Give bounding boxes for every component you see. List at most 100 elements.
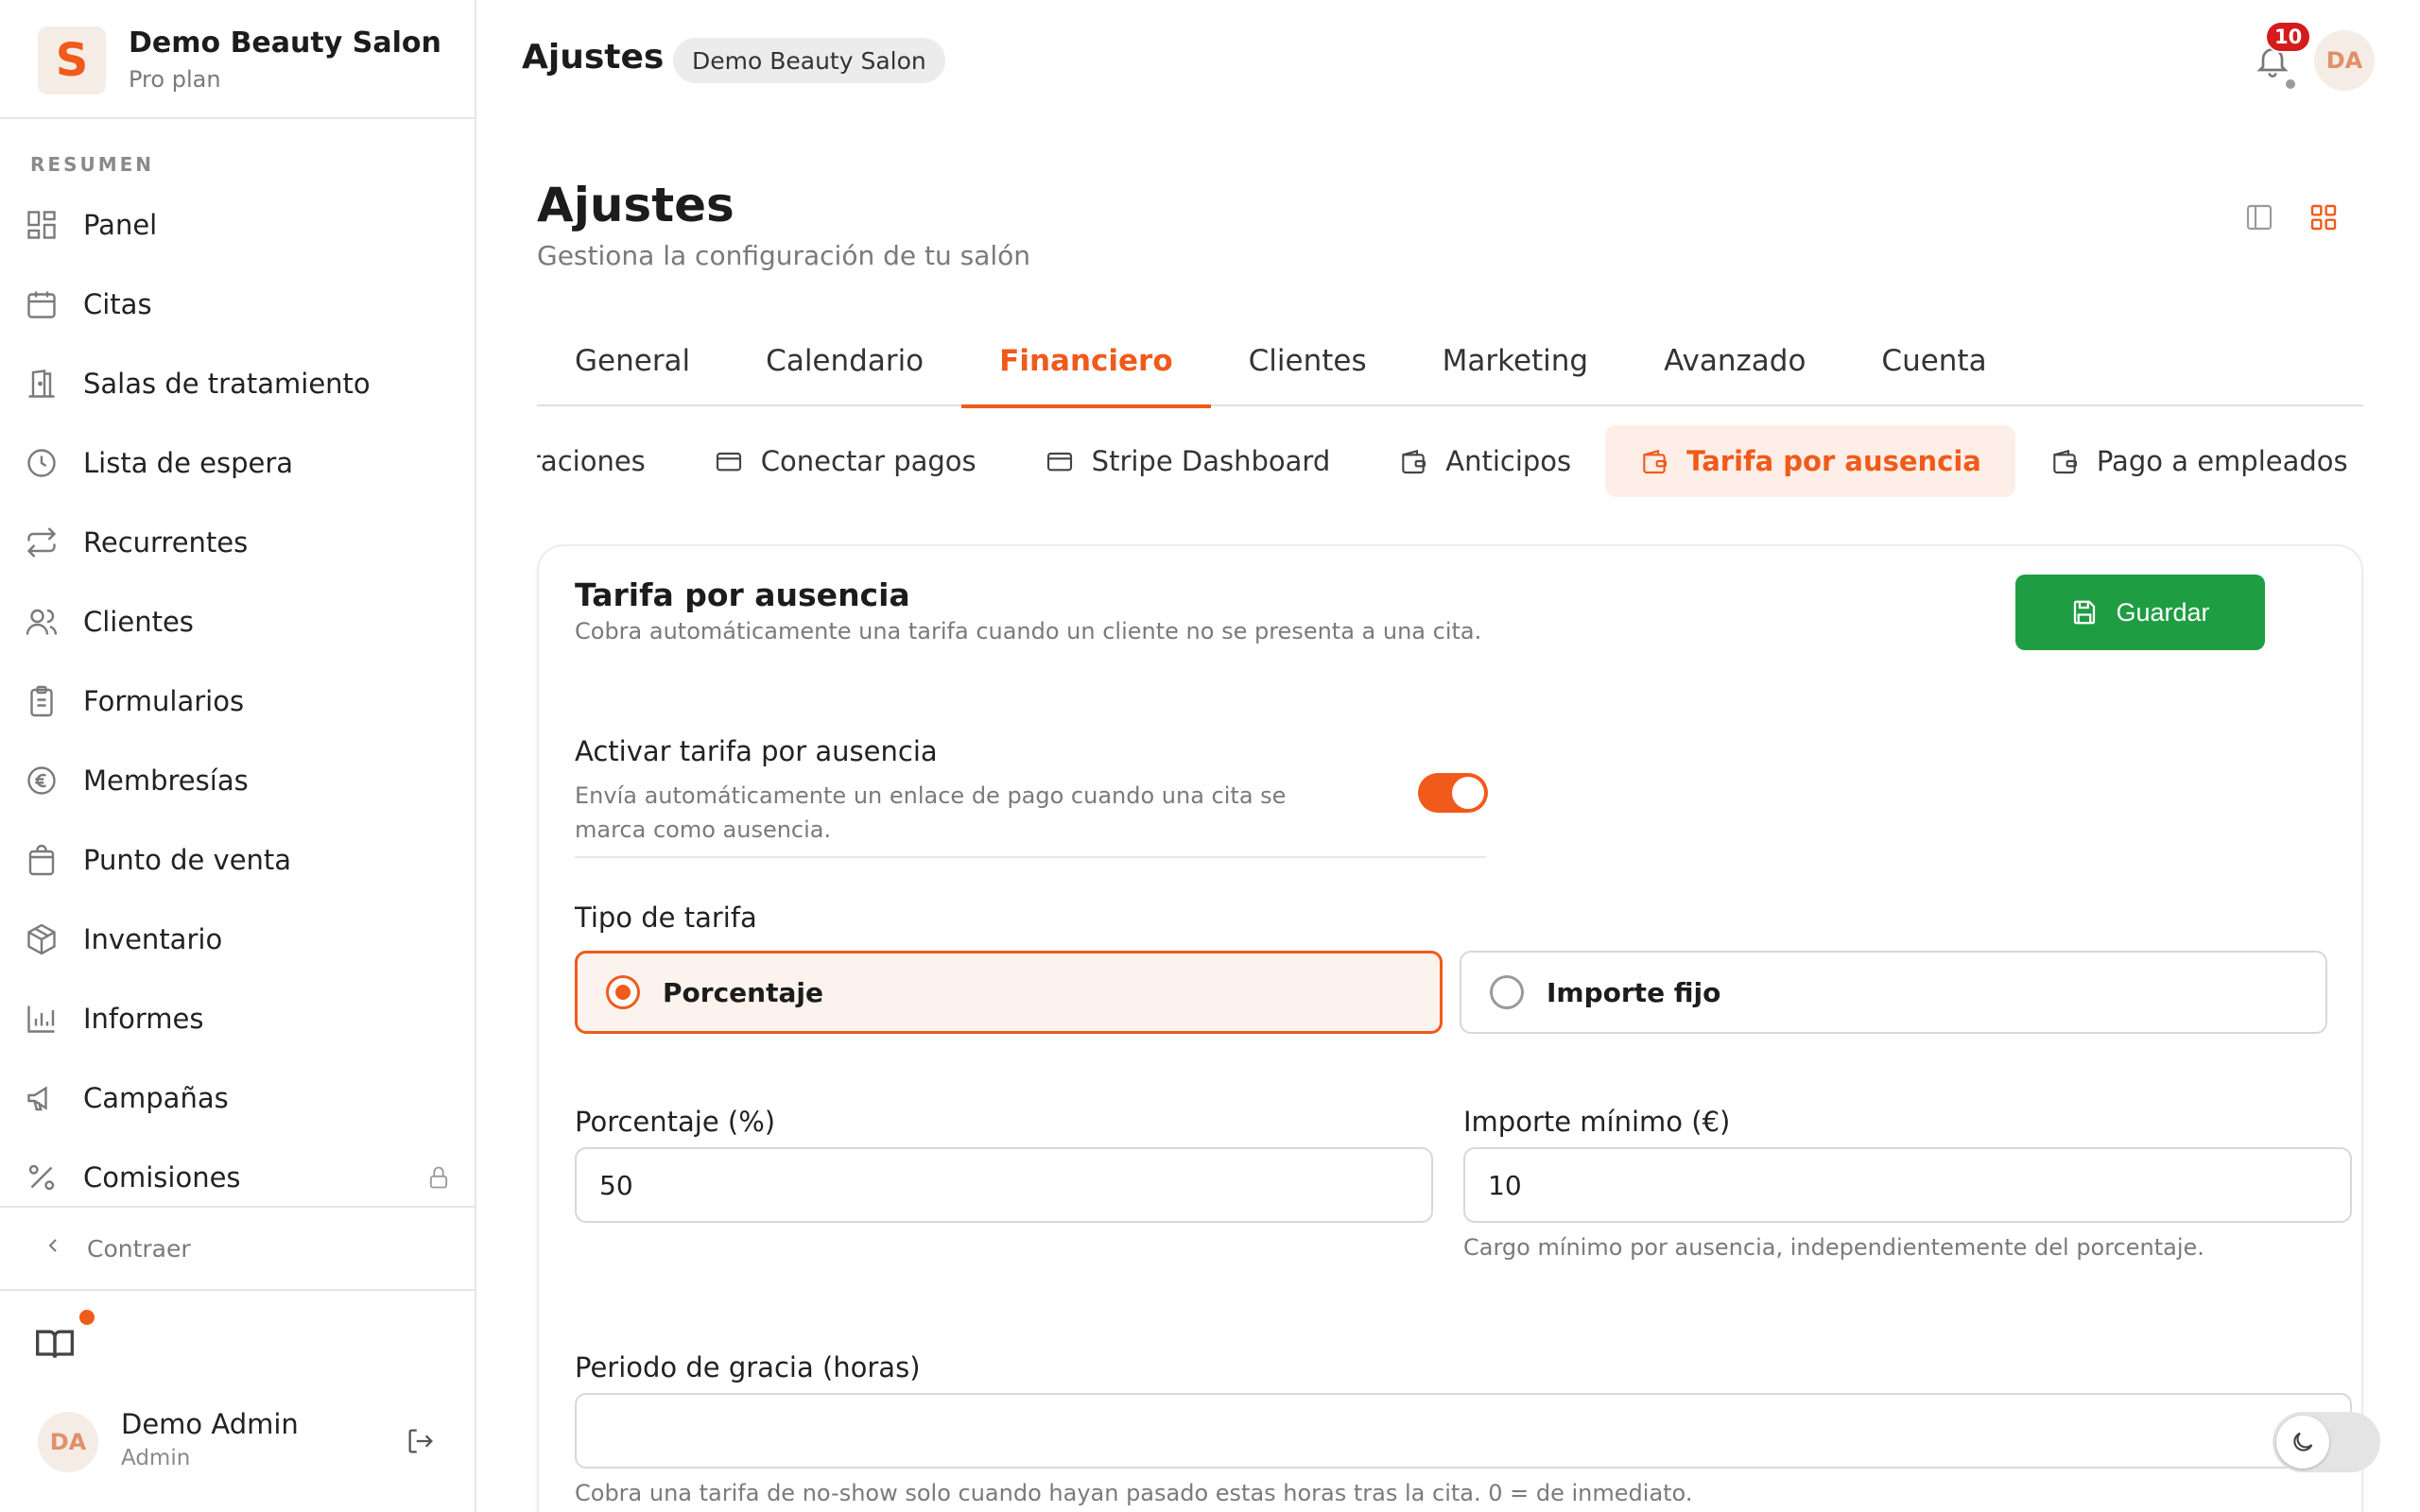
sidebar-item-label: Panel: [83, 209, 158, 241]
enable-fee-toggle[interactable]: [1418, 773, 1488, 813]
credit-card-icon: [1045, 446, 1075, 476]
sidebar-item-campanas[interactable]: Campañas: [0, 1058, 475, 1138]
sidebar-item-label: Formularios: [83, 685, 245, 717]
radio-selected-icon: [606, 975, 640, 1009]
credit-card-icon: [714, 446, 744, 476]
user-name: Demo Admin: [121, 1408, 299, 1440]
brand-header[interactable]: S Demo Beauty Salon Pro plan: [0, 0, 475, 119]
avatar[interactable]: DA: [2314, 30, 2375, 91]
sidebar-item-recurrentes[interactable]: Recurrentes: [0, 503, 475, 582]
subtab-tarifa-ausencia[interactable]: Tarifa por ausencia: [1605, 425, 2015, 497]
percentage-label: Porcentaje (%): [575, 1106, 776, 1138]
subtab-label: Pago a empleados: [2096, 445, 2348, 477]
theme-toggle[interactable]: [2273, 1412, 2380, 1472]
chevron-left-icon: [42, 1234, 64, 1263]
sidebar-layout-icon[interactable]: [2244, 202, 2274, 232]
tab-calendario[interactable]: Calendario: [728, 316, 961, 406]
clipboard-icon: [23, 682, 60, 720]
main-content: Ajustes Gestiona la configuración de tu …: [476, 119, 2420, 1512]
salon-chip: Demo Beauty Salon: [673, 38, 945, 83]
subtab-label: Anticipos: [1445, 445, 1572, 477]
sidebar-item-label: Membresías: [83, 765, 249, 797]
grace-period-hint: Cobra una tarifa de no-show solo cuando …: [575, 1480, 1693, 1506]
card-description: Cobra automáticamente una tarifa cuando …: [575, 618, 1482, 644]
sidebar-item-punto-venta[interactable]: Punto de venta: [0, 820, 475, 900]
calendar-icon: [23, 285, 60, 323]
brand-name: Demo Beauty Salon: [129, 26, 441, 60]
top-bar: Ajustes Demo Beauty Salon 10 DA: [476, 0, 2420, 119]
page-title: Ajustes: [537, 178, 735, 232]
moon-icon: [2276, 1416, 2329, 1469]
grid-layout-icon[interactable]: [2308, 202, 2339, 232]
brand-logo: S: [38, 26, 106, 94]
save-button[interactable]: Guardar: [2015, 575, 2265, 650]
sidebar-item-lista-espera[interactable]: Lista de espera: [0, 423, 475, 503]
sidebar-item-label: Inventario: [83, 923, 223, 955]
user-profile[interactable]: DA Demo Admin Admin: [0, 1397, 475, 1491]
fee-type-option-percentage[interactable]: Porcentaje: [575, 951, 1443, 1034]
subtab-integraciones[interactable]: raciones: [537, 425, 680, 497]
radio-unselected-icon: [1490, 975, 1524, 1009]
minimum-amount-hint: Cargo mínimo por ausencia, independiente…: [1463, 1234, 2204, 1261]
sidebar-item-label: Citas: [83, 288, 152, 320]
tab-general[interactable]: General: [537, 316, 728, 406]
subtab-label: Conectar pagos: [760, 445, 977, 477]
tab-cuenta[interactable]: Cuenta: [1843, 316, 2024, 406]
percentage-input[interactable]: 50: [575, 1147, 1433, 1223]
sidebar-item-citas[interactable]: Citas: [0, 265, 475, 344]
top-bar-title: Ajustes: [522, 38, 665, 77]
tab-avanzado[interactable]: Avanzado: [1626, 316, 1843, 406]
fee-type-label: Tipo de tarifa: [575, 902, 757, 934]
wallet-icon: [2049, 446, 2080, 476]
megaphone-icon: [23, 1079, 60, 1117]
clock-icon: [23, 444, 60, 482]
save-icon: [2070, 598, 2099, 627]
tab-financiero[interactable]: Financiero: [961, 316, 1212, 408]
tab-marketing[interactable]: Marketing: [1405, 316, 1627, 406]
collapse-sidebar-button[interactable]: Contraer: [0, 1206, 475, 1291]
view-toggle: [2244, 202, 2339, 232]
minimum-amount-label: Importe mínimo (€): [1463, 1106, 1731, 1138]
fee-type-option-label: Porcentaje: [663, 976, 823, 1008]
grace-period-input[interactable]: [575, 1393, 2352, 1469]
subtab-label: Tarifa por ausencia: [1686, 445, 1981, 477]
collapse-label: Contraer: [87, 1234, 191, 1263]
book-icon[interactable]: [34, 1323, 79, 1368]
sidebar-item-label: Punto de venta: [83, 844, 292, 876]
sidebar-item-inventario[interactable]: Inventario: [0, 900, 475, 979]
sidebar-item-salas[interactable]: Salas de tratamiento: [0, 344, 475, 423]
dashboard-icon: [23, 206, 60, 244]
grace-period-label: Periodo de gracia (horas): [575, 1351, 921, 1383]
subtab-anticipos[interactable]: Anticipos: [1364, 425, 1605, 497]
subtab-label: raciones: [537, 445, 646, 477]
avatar: DA: [38, 1412, 98, 1472]
no-show-fee-card: Tarifa por ausencia Cobra automáticament…: [537, 544, 2363, 1512]
notification-count-badge: 10: [2265, 21, 2312, 53]
sidebar-item-formularios[interactable]: Formularios: [0, 662, 475, 741]
brand-plan: Pro plan: [129, 66, 221, 93]
minimum-amount-input[interactable]: 10: [1463, 1147, 2352, 1223]
sidebar-item-panel[interactable]: Panel: [0, 185, 475, 265]
subtab-stripe-dashboard[interactable]: Stripe Dashboard: [1011, 425, 1365, 497]
sidebar-nav: Panel Citas Salas de tratamiento Lista d…: [0, 185, 475, 1217]
notification-dot: [79, 1310, 95, 1325]
fee-type-option-fixed[interactable]: Importe fijo: [1460, 951, 2327, 1034]
financial-subtabs: raciones Conectar pagos Stripe Dashboard…: [537, 423, 2363, 499]
sidebar-item-clientes[interactable]: Clientes: [0, 582, 475, 662]
sidebar-item-informes[interactable]: Informes: [0, 979, 475, 1058]
door-icon: [23, 365, 60, 403]
bar-chart-icon: [23, 1000, 60, 1038]
subtab-conectar-pagos[interactable]: Conectar pagos: [680, 425, 1011, 497]
sidebar-item-membresias[interactable]: Membresías: [0, 741, 475, 820]
euro-icon: [23, 762, 60, 799]
sidebar-item-label: Informes: [83, 1003, 204, 1035]
page-subtitle: Gestiona la configuración de tu salón: [537, 240, 1031, 271]
tab-clientes[interactable]: Clientes: [1211, 316, 1405, 406]
logout-icon[interactable]: [405, 1425, 439, 1459]
subtab-pago-empleados[interactable]: Pago a empleados: [2015, 425, 2363, 497]
fee-type-option-label: Importe fijo: [1547, 976, 1721, 1008]
user-role: Admin: [121, 1446, 191, 1470]
status-dot: [2286, 79, 2295, 89]
enable-fee-description: Envía automáticamente un enlace de pago …: [575, 782, 1287, 843]
sidebar-item-label: Campañas: [83, 1082, 229, 1114]
